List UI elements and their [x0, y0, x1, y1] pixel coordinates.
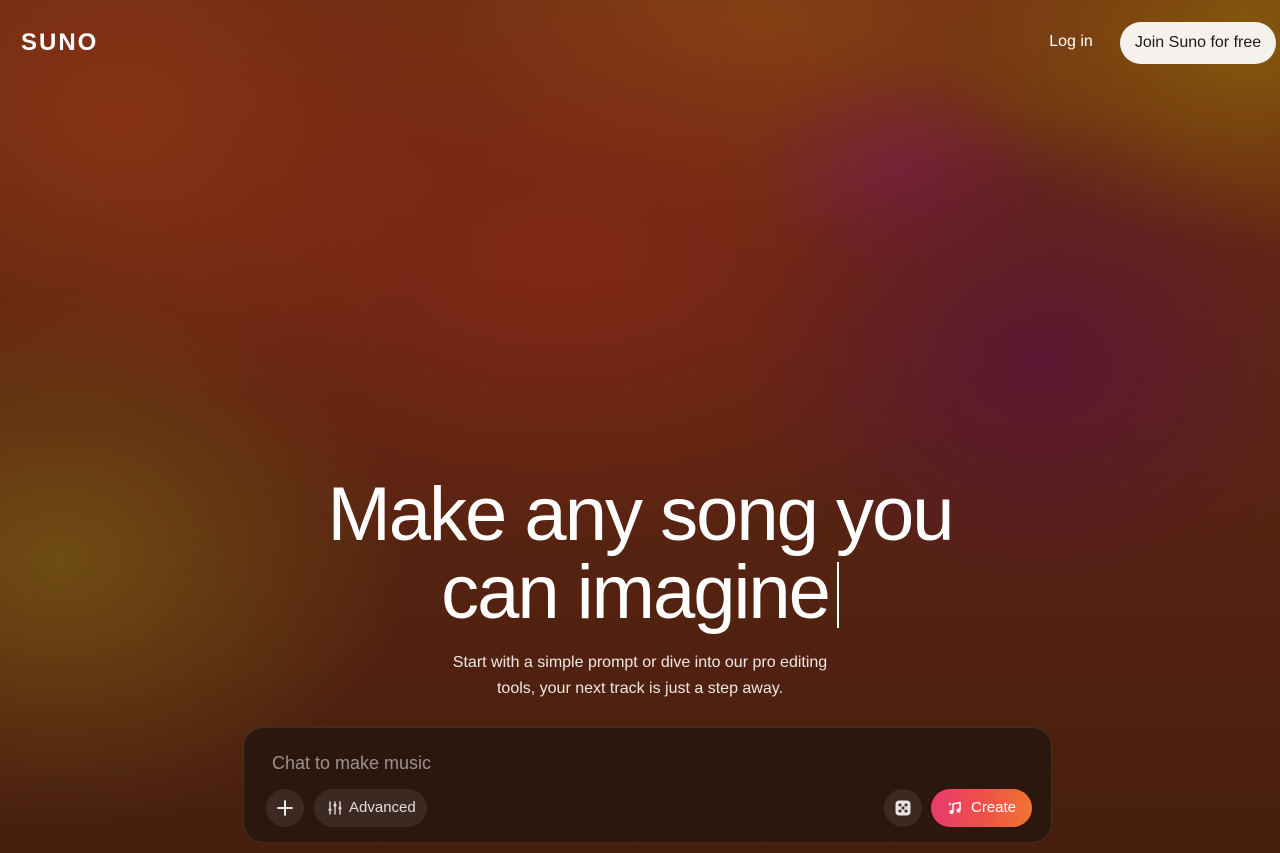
music-prompt-composer: Advanced Create [243, 727, 1052, 843]
hero-title-line-2: can imagine [441, 550, 831, 635]
random-prompt-button[interactable] [884, 789, 922, 827]
hero-subtitle: Start with a simple prompt or dive into … [440, 650, 840, 702]
join-free-button[interactable]: Join Suno for free [1120, 22, 1276, 64]
music-note-icon [948, 801, 961, 814]
add-button[interactable] [266, 789, 304, 827]
hero-title-line-2-wrap: can imagine [240, 554, 1040, 632]
advanced-button[interactable]: Advanced [314, 789, 427, 827]
hero-title: Make any song you can imagine [240, 476, 1040, 632]
suno-logo-mark: SUNO [21, 29, 98, 56]
suno-logo[interactable]: SUNO [21, 28, 109, 56]
prompt-input[interactable] [270, 748, 1014, 778]
landing-page: SUNO Log in Join Suno for free Make any … [0, 0, 1280, 853]
create-button[interactable]: Create [931, 789, 1032, 827]
login-link[interactable]: Log in [1036, 28, 1106, 56]
sliders-icon [328, 801, 342, 815]
dice-icon [895, 800, 911, 816]
hero-subtitle-line-1: Start with a simple prompt or dive into … [452, 654, 828, 671]
advanced-label: Advanced [349, 799, 416, 816]
create-label: Create [971, 799, 1017, 816]
svg-text:SUNO: SUNO [21, 29, 98, 56]
hero-subtitle-line-2: tools, your next track is just a step aw… [496, 680, 784, 697]
hero-title-line-1: Make any song you [327, 472, 954, 557]
plus-icon [277, 800, 293, 816]
text-caret [836, 562, 839, 628]
